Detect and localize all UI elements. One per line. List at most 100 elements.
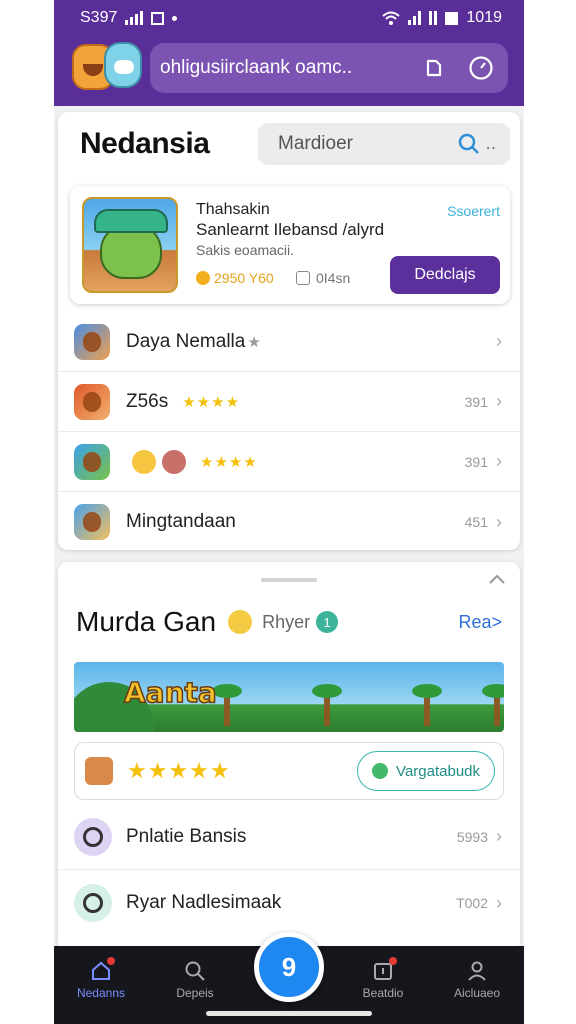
tab-profile[interactable]: Aicluaeo [442, 960, 512, 1000]
featured-game-thumbnail[interactable] [82, 197, 178, 293]
app-count: 391 [464, 453, 488, 470]
featured-meta: Sakis eoamacii. [196, 242, 295, 258]
search-placeholder: Mardioer [278, 133, 353, 154]
featured-subtitle: Sanlearnt Ilebansd /alyrd [196, 220, 385, 239]
item-count: 5993 [456, 828, 488, 845]
address-bar[interactable]: ohligusiirclaank oamc.. [150, 43, 508, 93]
status-time: S397 [80, 9, 118, 26]
tab-label: Beatdio [362, 986, 404, 1000]
star-rating: ★★★★ [200, 453, 258, 471]
game-avatar [85, 757, 113, 785]
section-subtitle: Rhyer [262, 611, 311, 632]
download-button[interactable]: Dedclajs [390, 256, 500, 294]
top-bar: S397 1019 ohligusiirclaank oamc.. [54, 0, 524, 106]
notification-dot-icon [172, 15, 178, 21]
inbox-icon [372, 957, 397, 982]
screenshot-icon [151, 11, 165, 25]
game-banner[interactable]: Aanta [74, 662, 504, 732]
signal-icon [125, 11, 144, 25]
wifi-icon [382, 11, 401, 25]
cell-signal-icon [408, 11, 422, 25]
drag-handle[interactable] [261, 578, 317, 582]
star-rating: ★★★★ [182, 393, 241, 411]
emoji-face-icon [132, 449, 156, 474]
section-badge: 1 [316, 611, 339, 633]
battery-icon [445, 11, 459, 25]
search-more: .. [485, 133, 496, 154]
tab-home[interactable]: Nedanns [66, 957, 136, 1000]
banner-title: Aanta [123, 675, 217, 710]
refresh-icon[interactable] [420, 55, 446, 81]
featured-price: 2950 Y60 [196, 270, 274, 286]
storage-icon [296, 271, 310, 285]
emoji-face-icon [162, 449, 186, 474]
status-clock: 1019 [466, 9, 502, 26]
smiley-icon [228, 610, 253, 634]
list-item[interactable]: Ryar Nadlesimaak T002 › [58, 870, 520, 936]
tab-search[interactable]: Depeis [160, 960, 230, 1000]
chevron-up-icon[interactable] [488, 572, 506, 590]
speaker-icon [74, 884, 112, 922]
top-games-card: Nedansia Mardioer .. Thahsakin Sanlearnt… [58, 112, 520, 550]
app-logo[interactable] [70, 40, 148, 96]
tab-label: Nedanns [76, 986, 126, 1000]
search-icon[interactable] [457, 132, 481, 156]
rating-stars: ★★★★★ [127, 758, 231, 783]
header-bar: ohligusiirclaank oamc.. [70, 42, 508, 94]
search-input[interactable]: Mardioer .. [258, 123, 510, 165]
app-icon [74, 504, 110, 540]
featured-size: 0I4sn [296, 270, 350, 286]
app-count: 451 [464, 514, 488, 530]
status-bar: S397 1019 [54, 0, 524, 36]
app-name: Daya Nemalla [126, 330, 246, 352]
home-indicator[interactable] [206, 1011, 372, 1016]
cell-signal-2-icon [429, 11, 438, 25]
app-list: Daya Nemalla ★ › Z56s ★★★★ 391 › ★★★★ 391 › Mingta… [58, 312, 520, 552]
list-item[interactable]: ★★★★ 391 › [58, 432, 520, 492]
chevron-right-icon[interactable]: › [496, 512, 502, 533]
vote-button[interactable]: Vargatabudk [357, 751, 495, 791]
app-icon [74, 383, 110, 420]
page-title: Nedansia [80, 127, 210, 160]
rating-bar: ★★★★★ Vargatabudk [74, 742, 504, 800]
list-item[interactable]: Mingtandaan 451 › [58, 492, 520, 552]
featured-title: Thahsakin [196, 201, 270, 218]
section-title: Murda Gan [76, 606, 217, 637]
app-name: Mingtandaan [126, 511, 236, 532]
phone-screen: S397 1019 ohligusiirclaank oamc.. Nedans… [54, 0, 524, 1024]
coin-icon [196, 271, 210, 285]
section-list: Pnlatie Bansis 5993 › Ryar Nadlesimaak T002 › [58, 804, 520, 936]
chevron-right-icon[interactable]: › [496, 893, 502, 914]
chevron-right-icon[interactable]: › [496, 391, 502, 412]
list-item[interactable]: Daya Nemalla ★ › [58, 312, 520, 372]
pin-icon [372, 763, 389, 779]
tab-label: Depeis [176, 986, 214, 1000]
chevron-right-icon[interactable]: › [496, 826, 502, 847]
star-rating: ★ [247, 333, 262, 351]
chevron-right-icon[interactable]: › [496, 451, 502, 472]
play-fab-button[interactable]: 9 [254, 932, 324, 1002]
tab-inbox[interactable]: Beatdio [348, 957, 418, 1000]
item-name: Pnlatie Bansis [126, 825, 247, 847]
section-card: Murda Gan Rhyer 1 Rea> Aanta ★★★★★ Varga… [58, 562, 520, 952]
home-icon [90, 957, 115, 982]
search-bubble-icon [74, 817, 112, 856]
search-icon [184, 960, 206, 982]
profile-icon [466, 960, 488, 982]
item-count: T002 [456, 895, 488, 911]
chevron-right-icon[interactable]: › [496, 331, 502, 352]
app-name: Z56s [126, 390, 169, 412]
item-name: Ryar Nadlesimaak [126, 892, 282, 913]
featured-game-card[interactable]: Thahsakin Sanlearnt Ilebansd /alyrd Saki… [70, 186, 510, 304]
featured-tag[interactable]: Ssoerert [447, 203, 500, 219]
app-icon [74, 323, 110, 360]
list-item[interactable]: Pnlatie Bansis 5993 › [58, 804, 520, 870]
app-count: 391 [464, 393, 488, 410]
timer-icon[interactable] [468, 55, 494, 81]
section-header: Murda Gan Rhyer 1 Rea> [76, 606, 502, 638]
see-all-link[interactable]: Rea> [458, 612, 502, 633]
list-item[interactable]: Z56s ★★★★ 391 › [58, 372, 520, 432]
app-icon [74, 443, 110, 480]
tab-label: Aicluaeo [453, 986, 501, 1000]
address-text: ohligusiirclaank oamc.. [160, 57, 353, 78]
